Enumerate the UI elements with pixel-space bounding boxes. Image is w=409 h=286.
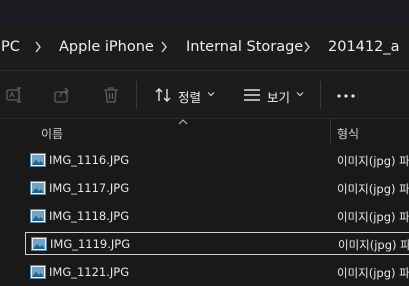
image-file-icon (30, 153, 46, 167)
breadcrumb: PC Apple iPhone Internal Storage 201412_… (0, 24, 409, 70)
chevron-down-icon (296, 90, 304, 98)
column-header-name[interactable]: 이름 (41, 125, 63, 142)
file-type: 이미지(jpg) 파 (338, 238, 409, 252)
file-row[interactable]: IMG_1118.JPG 이미지(jpg) 파 (25, 205, 409, 228)
sort-label: 정렬 (178, 90, 202, 105)
file-name: IMG_1121.JPG (49, 265, 130, 279)
image-file-icon (30, 181, 46, 195)
sort-button[interactable]: 정렬 (150, 81, 220, 109)
breadcrumb-item-current-folder[interactable]: 201412_a (328, 38, 400, 56)
file-type: 이미지(jpg) 파 (337, 182, 409, 196)
rename-icon[interactable] (5, 85, 25, 105)
toolbar-separator (320, 81, 321, 109)
more-options-button[interactable] (334, 86, 358, 106)
image-file-icon (30, 209, 46, 223)
view-button[interactable]: 보기 (240, 81, 310, 109)
view-list-icon (242, 85, 262, 105)
sort-indicator-icon (178, 119, 188, 125)
file-list: 이름 형식 IMG_1116.JPG 이미지(jpg) 파 IMG_1117.J… (0, 119, 409, 286)
chevron-down-icon (207, 90, 215, 98)
chevron-right-icon[interactable] (159, 39, 169, 55)
column-divider[interactable] (330, 119, 331, 143)
title-strip (0, 0, 409, 24)
file-name: IMG_1118.JPG (49, 209, 130, 223)
file-type: 이미지(jpg) 파 (337, 154, 409, 168)
file-name: IMG_1117.JPG (49, 181, 130, 195)
image-file-icon (31, 237, 47, 251)
view-label: 보기 (267, 90, 291, 105)
file-name: IMG_1116.JPG (49, 153, 130, 167)
column-header-type[interactable]: 형식 (337, 125, 359, 142)
chevron-right-icon[interactable] (302, 39, 312, 55)
image-file-icon (30, 265, 46, 279)
delete-icon[interactable] (101, 85, 121, 105)
file-type: 이미지(jpg) 파 (337, 210, 409, 224)
file-row[interactable]: IMG_1116.JPG 이미지(jpg) 파 (25, 149, 409, 172)
share-icon[interactable] (52, 85, 72, 105)
file-row-selected[interactable]: IMG_1119.JPG 이미지(jpg) 파 (25, 232, 409, 255)
chevron-right-icon[interactable] (33, 39, 43, 55)
file-type: 이미지(jpg) 파 (337, 266, 409, 280)
file-name: IMG_1119.JPG (50, 237, 131, 251)
sort-icon (153, 85, 173, 105)
toolbar-separator (136, 81, 137, 109)
breadcrumb-item-pc[interactable]: PC (1, 38, 20, 56)
file-row[interactable]: IMG_1117.JPG 이미지(jpg) 파 (25, 177, 409, 200)
breadcrumb-item-apple-iphone[interactable]: Apple iPhone (59, 38, 154, 56)
breadcrumb-item-internal-storage[interactable]: Internal Storage (186, 38, 303, 56)
file-row[interactable]: IMG_1121.JPG 이미지(jpg) 파 (25, 261, 409, 284)
file-explorer-window: PC Apple iPhone Internal Storage 201412_… (0, 0, 409, 286)
